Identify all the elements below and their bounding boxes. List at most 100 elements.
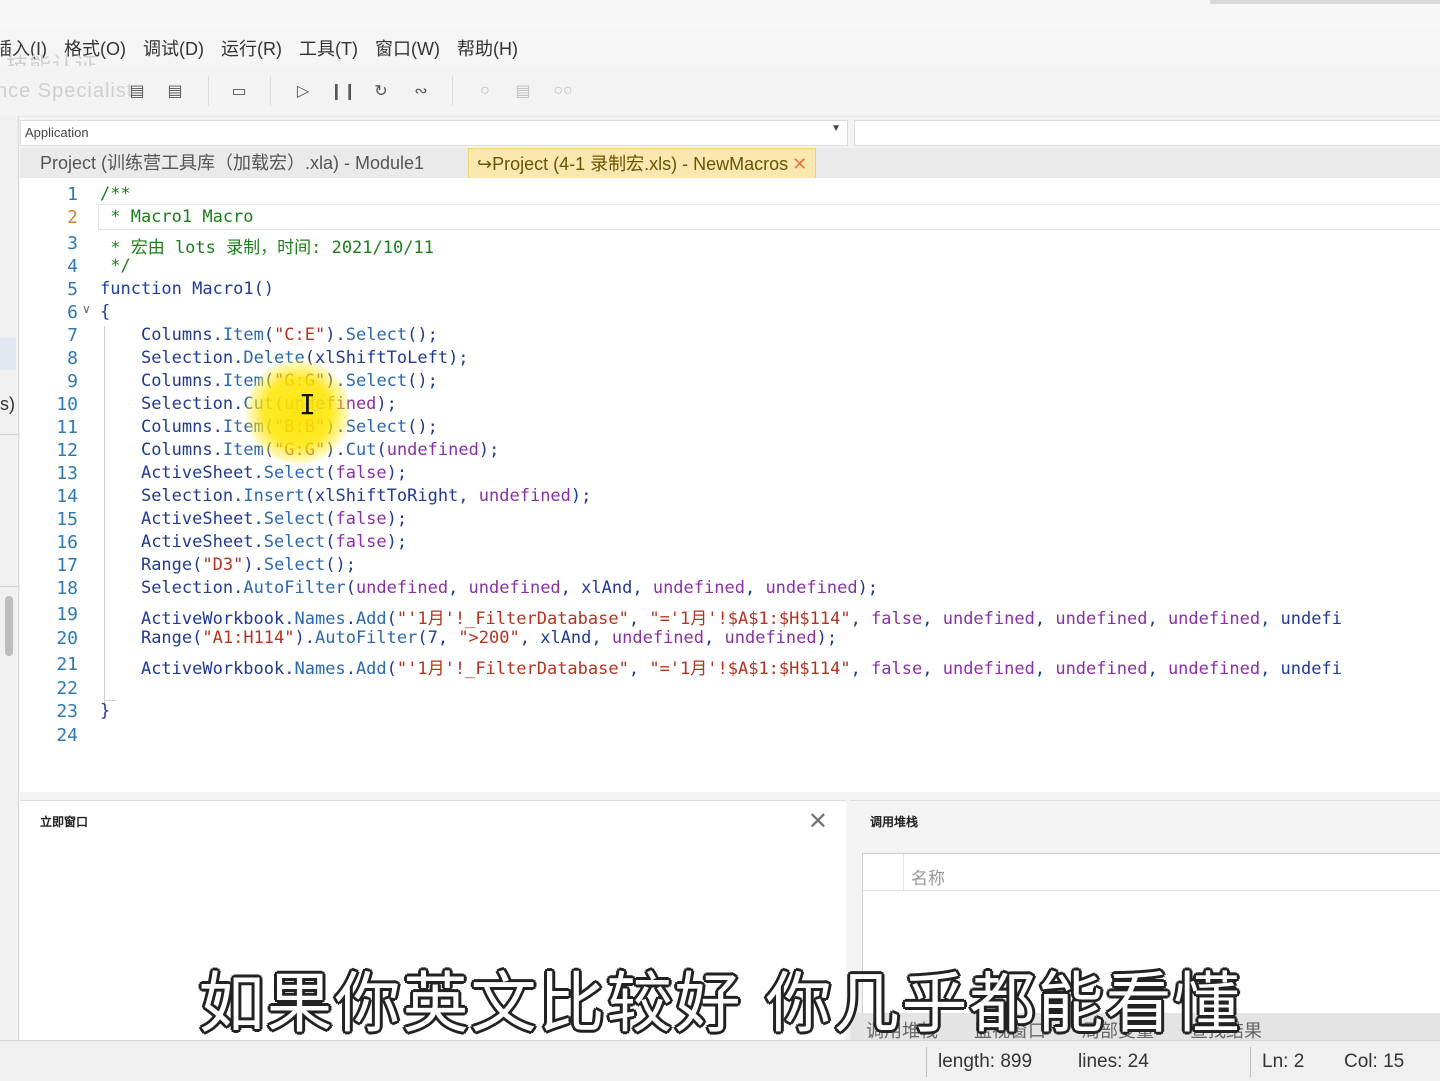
line-number: 13 xyxy=(56,463,78,484)
object-dropdown-value: Application xyxy=(25,125,89,140)
menu-help[interactable]: 帮助(H) xyxy=(457,35,518,61)
explorer-divider xyxy=(0,434,18,435)
call-stack-title: 调用堆栈 xyxy=(870,815,919,829)
fold-chevron-icon[interactable]: ∨ xyxy=(82,302,91,316)
code-line[interactable]: ActiveSheet.Select(false); xyxy=(100,509,407,529)
menu-tools[interactable]: 工具(T) xyxy=(299,35,358,61)
toolbar-separator xyxy=(208,76,209,106)
line-number: 1 xyxy=(67,184,78,205)
code-line[interactable]: ActiveSheet.Select(false); xyxy=(100,463,407,483)
pin-icon: ↪ xyxy=(477,154,493,174)
video-subtitle: 如果你英文比较好 你几乎都能看懂 xyxy=(198,965,1242,1042)
line-number: 3 xyxy=(67,233,78,254)
step-over-icon[interactable]: ○○ xyxy=(550,78,576,104)
toggle-breakpoint-icon[interactable]: ○ xyxy=(472,78,498,104)
pause-icon[interactable]: ❙❙ xyxy=(330,78,357,104)
tab-module1[interactable]: Project (训练营工具库（加载宏）.xla) - Module1 xyxy=(32,148,432,178)
line-number: 11 xyxy=(56,417,78,438)
project-explorer-pane: s) xyxy=(0,116,19,1040)
line-number: 15 xyxy=(56,509,78,530)
toolbar: nce Specialist ▤ ▤ ▭ ▷ ❙❙ ↻ ∾ ○ ▤ ○○ xyxy=(0,66,1440,117)
status-separator xyxy=(926,1047,927,1077)
header-cell-blank xyxy=(863,854,904,890)
current-line-highlight xyxy=(98,204,1440,230)
document-tabs: Project (训练营工具库（加载宏）.xla) - Module1 ↪Pro… xyxy=(20,148,1440,180)
status-lines: lines: 24 xyxy=(1078,1051,1149,1072)
mouse-highlight xyxy=(246,360,350,464)
code-line[interactable]: */ xyxy=(100,256,130,276)
chevron-down-icon[interactable]: ▼ xyxy=(831,123,841,134)
text-cursor-icon: I xyxy=(299,388,316,421)
code-line[interactable]: ActiveWorkbook.Names.Add("'1月'!_FilterDa… xyxy=(100,654,1342,679)
immediate-window-title: 立即窗口 xyxy=(40,815,89,829)
status-length: length: 899 xyxy=(938,1051,1033,1072)
close-icon[interactable]: ✕ xyxy=(808,807,828,836)
code-line[interactable]: function Macro1() xyxy=(100,279,274,299)
code-line[interactable]: ActiveWorkbook.Names.Add("'1月'!_FilterDa… xyxy=(100,604,1342,629)
line-number: 9 xyxy=(67,371,78,392)
line-number: 2 xyxy=(67,207,78,228)
line-number: 5 xyxy=(67,279,78,300)
procedure-dropdown[interactable] xyxy=(854,120,1440,146)
window-edge xyxy=(1210,0,1440,4)
code-line[interactable]: { xyxy=(100,302,110,322)
code-line[interactable]: } xyxy=(100,701,110,721)
line-number: 7 xyxy=(67,325,78,346)
save-icon[interactable]: ▭ xyxy=(226,78,252,104)
title-strip xyxy=(0,0,1440,30)
tab-newmacros[interactable]: ↪Project (4-1 录制宏.xls) - NewMacros ✕ xyxy=(468,148,817,180)
toolbar-separator xyxy=(270,76,271,106)
run-icon[interactable]: ▷ xyxy=(290,78,316,104)
line-number: 18 xyxy=(56,578,78,599)
call-stack-header: 名称 xyxy=(863,854,1440,891)
code-line[interactable]: ActiveSheet.Select(false); xyxy=(100,532,407,552)
column-header-name[interactable]: 名称 xyxy=(911,864,945,889)
status-bar: length: 899 lines: 24 Ln: 2 Col: 15 xyxy=(0,1040,1440,1081)
code-editor[interactable]: ∨ 1 2 3 4 5 6 7 8 9 10 11 12 13 14 15 16 17 18 19 20 21 22 23 2… xyxy=(20,178,1440,792)
line-number: 21 xyxy=(56,654,78,675)
line-number: 4 xyxy=(67,256,78,277)
menu-debug[interactable]: 调试(D) xyxy=(143,35,204,61)
menu-bar: 插入(I) 格式(O) 调试(D) 运行(R) 工具(T) 窗口(W) 帮助(H… xyxy=(0,30,1440,66)
line-number: 16 xyxy=(56,532,78,553)
line-number: 12 xyxy=(56,440,78,461)
object-dropdown[interactable]: Application ▼ xyxy=(20,120,848,146)
watermark-line2: nce Specialist xyxy=(0,80,134,102)
menu-insert[interactable]: 插入(I) xyxy=(0,35,47,61)
procedure-icon[interactable]: ▤ xyxy=(124,78,150,104)
line-number: 14 xyxy=(56,486,78,507)
line-number: 6 xyxy=(67,302,78,323)
code-line[interactable]: Columns.Item("C:E").Select(); xyxy=(100,325,438,345)
code-line[interactable]: * Macro1 Macro xyxy=(100,207,253,227)
design-mode-icon[interactable]: ∾ xyxy=(408,78,434,104)
code-line[interactable]: Selection.AutoFilter(undefined, undefine… xyxy=(100,578,878,598)
reset-icon[interactable]: ↻ xyxy=(368,78,394,104)
status-column: Col: 15 xyxy=(1344,1051,1405,1072)
line-number: 8 xyxy=(67,348,78,369)
line-number: 19 xyxy=(56,604,78,625)
explorer-item-fragment: s) xyxy=(0,394,15,414)
code-line[interactable]: /** xyxy=(100,184,131,204)
line-number: 22 xyxy=(56,678,78,699)
code-line[interactable]: * 宏由 lots 录制，时间: 2021/10/11 xyxy=(100,233,434,258)
code-line[interactable]: Range("A1:H114").AutoFilter(7, ">200", x… xyxy=(100,628,837,648)
line-number: 10 xyxy=(56,394,78,415)
tab-label: Project (训练营工具库（加载宏）.xla) - Module1 xyxy=(40,153,425,173)
close-icon[interactable]: ✕ xyxy=(792,154,807,174)
line-number: 17 xyxy=(56,555,78,576)
code-line[interactable]: Range("D3").Select(); xyxy=(100,555,356,575)
line-number: 20 xyxy=(56,628,78,649)
status-line-number: Ln: 2 xyxy=(1262,1051,1305,1072)
line-number: 24 xyxy=(56,725,78,746)
tab-label: Project (4-1 录制宏.xls) - NewMacros xyxy=(492,154,789,174)
comment-block-icon[interactable]: ▤ xyxy=(162,78,188,104)
code-line[interactable]: Selection.Insert(xlShiftToRight, undefin… xyxy=(100,486,591,506)
menu-window[interactable]: 窗口(W) xyxy=(375,35,440,61)
step-icon[interactable]: ▤ xyxy=(510,78,536,104)
explorer-selected-item[interactable] xyxy=(0,338,16,370)
status-separator xyxy=(1250,1047,1251,1077)
toolbar-separator xyxy=(452,76,453,106)
explorer-scrollbar[interactable] xyxy=(5,596,13,656)
menu-format[interactable]: 格式(O) xyxy=(64,35,126,61)
menu-run[interactable]: 运行(R) xyxy=(221,35,282,61)
